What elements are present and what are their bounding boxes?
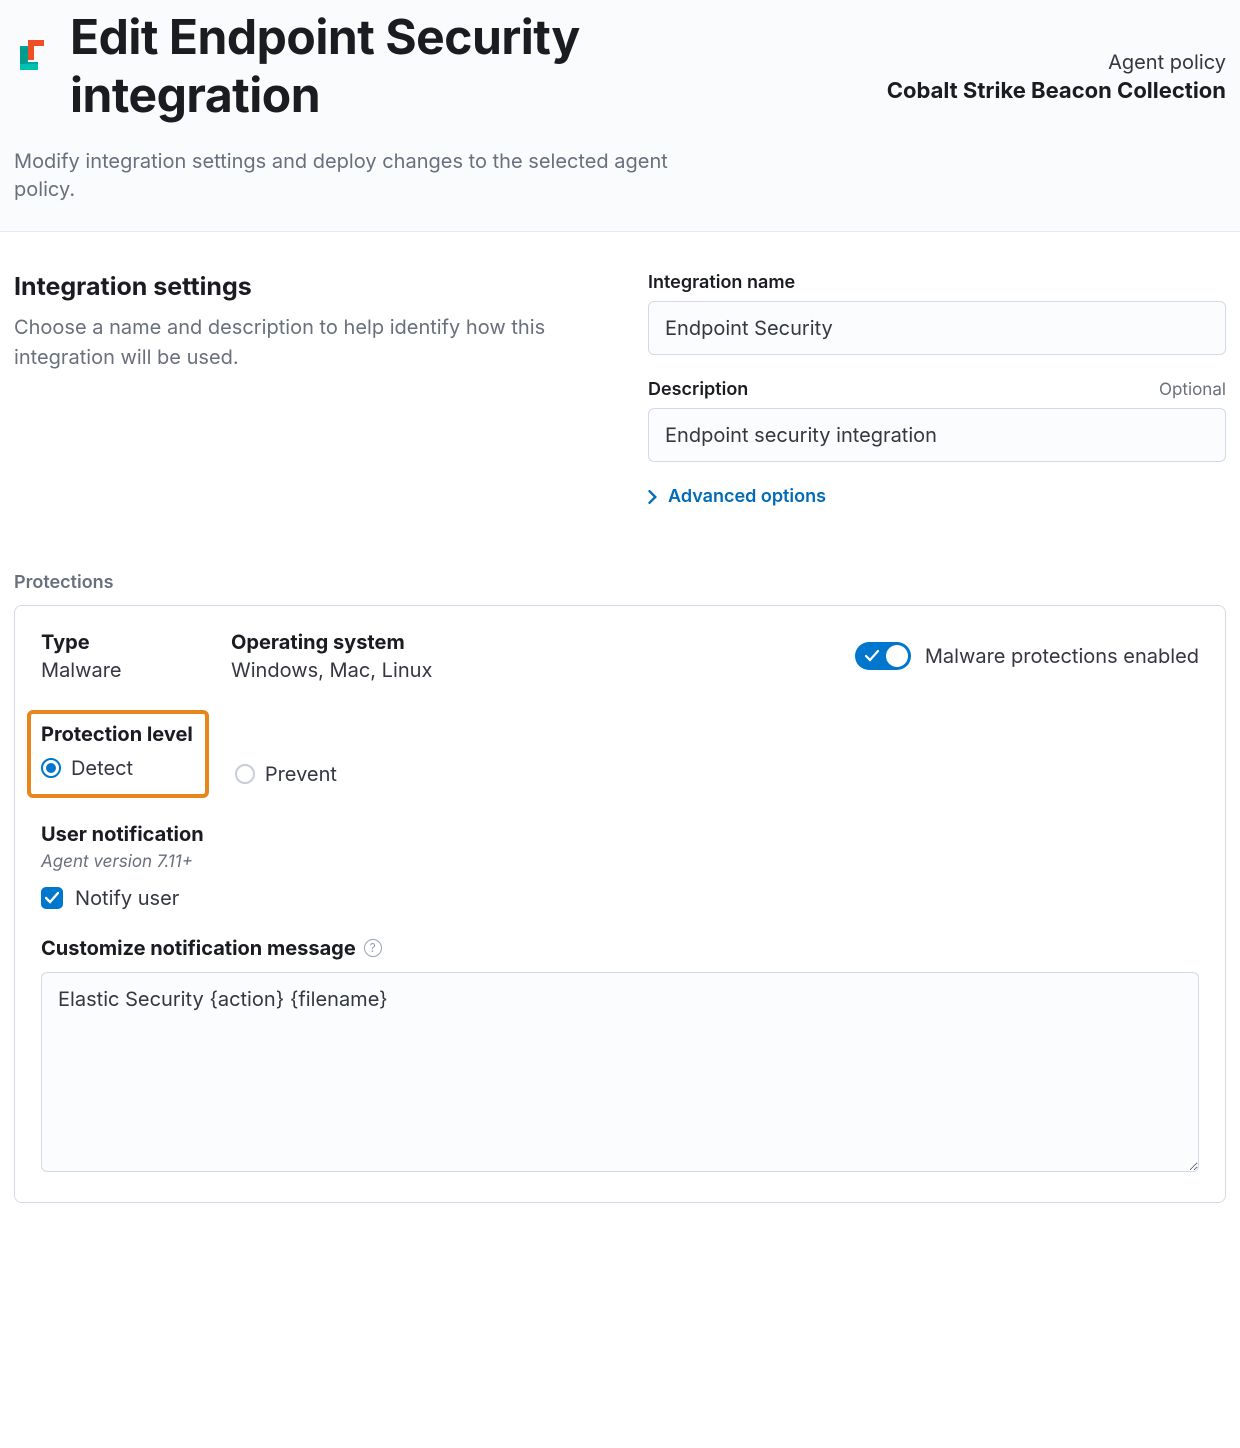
protection-level-row: Protection level Detect Prevent xyxy=(41,710,1199,798)
integration-name-label: Integration name xyxy=(648,272,795,293)
radio-icon xyxy=(235,764,255,784)
page-header: Edit Endpoint Security integration Agent… xyxy=(0,0,1240,232)
protections-section-label: Protections xyxy=(14,572,1226,593)
advanced-options-toggle[interactable]: Advanced options xyxy=(648,486,826,507)
malware-enabled-toggle[interactable] xyxy=(855,642,911,670)
advanced-options-label: Advanced options xyxy=(668,486,826,507)
checkbox-checked-icon xyxy=(41,887,63,909)
settings-description: Choose a name and description to help id… xyxy=(14,312,584,372)
notify-user-checkbox[interactable]: Notify user xyxy=(41,886,179,910)
agent-policy-name: Cobalt Strike Beacon Collection xyxy=(887,78,1226,104)
user-notification-label: User notification xyxy=(41,822,1199,846)
description-label: Description xyxy=(648,379,748,400)
malware-enabled-label: Malware protections enabled xyxy=(925,644,1199,668)
page-description: Modify integration settings and deploy c… xyxy=(14,147,714,203)
protection-level-label: Protection level xyxy=(41,722,193,746)
custom-message-label: Customize notification message xyxy=(41,936,356,960)
description-optional-hint: Optional xyxy=(1159,380,1226,400)
os-value: Windows, Mac, Linux xyxy=(231,658,855,682)
protection-level-prevent-radio[interactable]: Prevent xyxy=(235,762,337,798)
description-input[interactable] xyxy=(648,408,1226,462)
type-value: Malware xyxy=(41,658,231,682)
prevent-label: Prevent xyxy=(265,762,337,786)
integration-settings-section: Integration settings Choose a name and d… xyxy=(14,272,1226,508)
highlight-annotation: Protection level Detect xyxy=(27,710,209,798)
detect-label: Detect xyxy=(71,756,133,780)
agent-policy-label: Agent policy xyxy=(887,50,1226,74)
help-icon[interactable]: ? xyxy=(364,939,382,957)
protection-level-detect-radio[interactable]: Detect xyxy=(41,756,133,780)
notify-user-label: Notify user xyxy=(75,886,179,910)
malware-protection-panel: Type Malware Operating system Windows, M… xyxy=(14,605,1226,1203)
type-label: Type xyxy=(41,630,231,654)
agent-policy-block: Agent policy Cobalt Strike Beacon Collec… xyxy=(887,8,1226,104)
agent-version-note: Agent version 7.11+ xyxy=(41,852,1199,872)
notification-message-textarea[interactable] xyxy=(41,972,1199,1172)
settings-title: Integration settings xyxy=(14,272,584,302)
page-title: Edit Endpoint Security integration xyxy=(70,8,690,123)
check-icon xyxy=(865,646,879,666)
integration-logo-icon xyxy=(14,36,54,80)
chevron-right-icon xyxy=(648,490,658,504)
integration-name-input[interactable] xyxy=(648,301,1226,355)
radio-icon xyxy=(41,758,61,778)
os-label: Operating system xyxy=(231,630,855,654)
